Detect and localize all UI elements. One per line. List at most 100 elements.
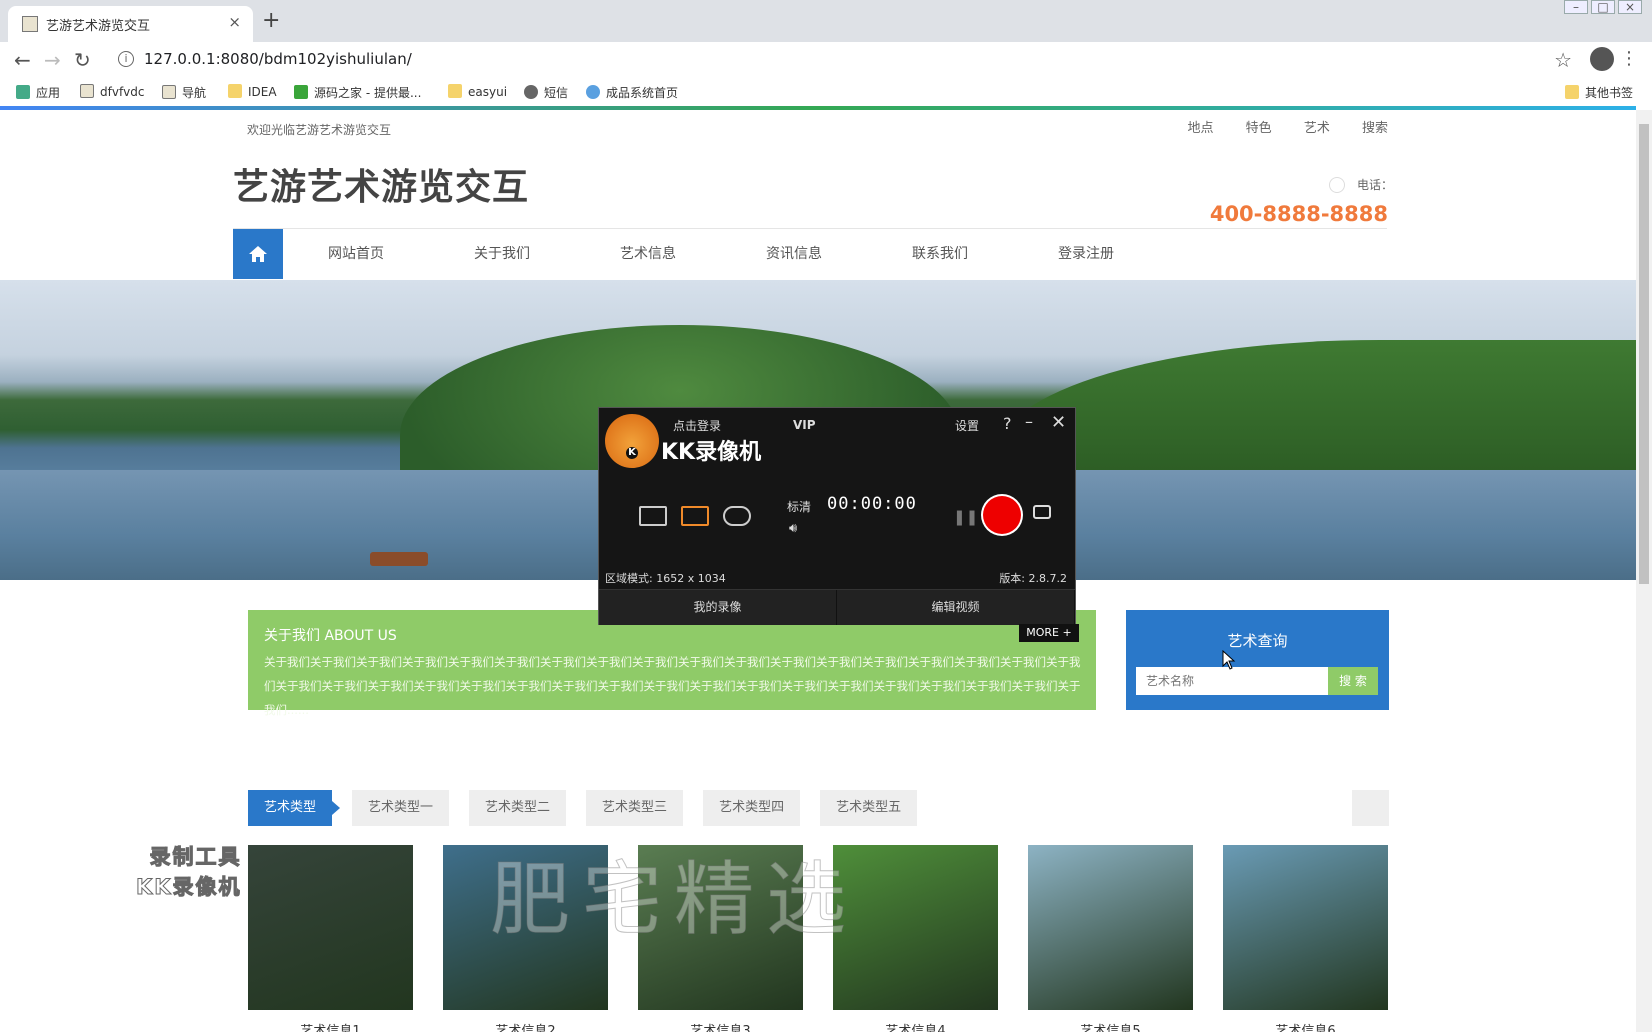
category-tab-1[interactable]: 艺术类型一 bbox=[352, 790, 450, 826]
category-tab-all[interactable]: 艺术类型 bbox=[248, 790, 341, 826]
site-favicon-icon bbox=[22, 16, 38, 32]
record-button[interactable] bbox=[983, 496, 1021, 534]
account-avatar-icon[interactable] bbox=[1590, 47, 1614, 71]
nav-item-login[interactable]: 登录注册 bbox=[1013, 229, 1159, 279]
window-minimize-button[interactable]: – bbox=[1564, 0, 1588, 14]
art-query-title: 艺术查询 bbox=[1227, 632, 1288, 650]
kk-settings-button[interactable]: 设置 bbox=[955, 417, 979, 434]
back-arrow-icon[interactable]: ← bbox=[14, 48, 31, 72]
forward-arrow-icon[interactable]: → bbox=[44, 48, 61, 72]
nav-home-button[interactable] bbox=[233, 229, 283, 279]
kk-vip-badge[interactable]: VIP bbox=[793, 418, 816, 432]
window-close-button[interactable]: × bbox=[1618, 0, 1642, 14]
window-maximize-button[interactable]: □ bbox=[1591, 0, 1615, 14]
nav-item-about[interactable]: 关于我们 bbox=[429, 229, 575, 279]
art-item-caption[interactable]: 艺术信息6 bbox=[1223, 1020, 1388, 1032]
cursor-arrow-icon bbox=[1222, 650, 1236, 670]
globe-icon bbox=[524, 85, 538, 99]
art-item-image[interactable] bbox=[1028, 845, 1193, 1010]
art-item-caption[interactable]: 艺术信息5 bbox=[1028, 1020, 1193, 1032]
art-item-image[interactable] bbox=[248, 845, 413, 1010]
screenshot-camera-icon[interactable] bbox=[1033, 505, 1051, 519]
art-item-caption[interactable]: 艺术信息3 bbox=[638, 1020, 803, 1032]
game-mode-icon[interactable] bbox=[723, 506, 751, 526]
page-icon bbox=[80, 84, 94, 98]
bookmark-item[interactable]: easyui bbox=[448, 84, 507, 99]
top-link-feature[interactable]: 特色 bbox=[1246, 121, 1272, 136]
art-item-card[interactable]: 艺术信息1 bbox=[248, 845, 413, 1032]
kk-more-button[interactable]: MORE + bbox=[1019, 624, 1079, 642]
page-scrollbar[interactable] bbox=[1636, 110, 1652, 1032]
scrollbar-thumb[interactable] bbox=[1639, 124, 1649, 584]
bookmark-item[interactable]: 源码之家 - 提供最... bbox=[294, 84, 421, 101]
kk-minimize-icon[interactable]: – bbox=[1025, 412, 1033, 431]
browser-tab-strip: 艺游艺术游览交互 × + – □ × bbox=[0, 0, 1652, 42]
kk-quality-label[interactable]: 标清 bbox=[787, 498, 811, 515]
site-icon bbox=[586, 85, 600, 99]
about-title: 关于我们 ABOUT US bbox=[264, 628, 397, 644]
site-info-icon[interactable]: i bbox=[118, 51, 134, 67]
fullscreen-mode-icon[interactable] bbox=[639, 506, 667, 526]
reload-icon[interactable]: ↻ bbox=[74, 48, 91, 72]
about-text: 关于我们关于我们关于我们关于我们关于我们关于我们关于我们关于我们关于我们关于我们… bbox=[264, 655, 1081, 717]
art-item-caption[interactable]: 艺术信息1 bbox=[248, 1020, 413, 1032]
phone-label: 电话： bbox=[1328, 176, 1393, 193]
bookmark-item[interactable]: 导航 bbox=[162, 84, 206, 101]
kk-brand-name: KK录像机 bbox=[661, 440, 762, 465]
url-field[interactable]: i 127.0.0.1:8080/bdm102yishuliulan/ bbox=[110, 46, 1550, 76]
main-nav: 网站首页 关于我们 艺术信息 资讯信息 联系我们 登录注册 bbox=[233, 229, 1159, 279]
other-bookmarks[interactable]: 其他书签 bbox=[1565, 84, 1633, 101]
category-tab-5[interactable]: 艺术类型五 bbox=[820, 790, 918, 826]
window-controls: – □ × bbox=[1561, 0, 1642, 14]
bookmark-item[interactable]: dfvfvdc bbox=[80, 84, 144, 99]
my-recordings-button[interactable]: 我的录像 bbox=[599, 590, 837, 625]
category-tab-4[interactable]: 艺术类型四 bbox=[703, 790, 801, 826]
m-logo-icon bbox=[294, 85, 308, 99]
art-name-input[interactable] bbox=[1136, 667, 1328, 695]
kk-recorder-window: 点击登录 VIP KK录像机 设置 ? – ✕ 标清 00:00:00 🔊︎ ❚… bbox=[598, 407, 1076, 625]
bookmarks-bar: 应用 dfvfvdc 导航 IDEA 源码之家 - 提供最... easyui … bbox=[0, 80, 1652, 106]
edit-video-button[interactable]: 编辑视频 bbox=[837, 590, 1075, 625]
nav-item-home[interactable]: 网站首页 bbox=[283, 229, 429, 279]
phone-number: 400-8888-8888 bbox=[1209, 202, 1388, 226]
folder-icon bbox=[448, 84, 462, 98]
nav-item-art-info[interactable]: 艺术信息 bbox=[575, 229, 721, 279]
art-item-image[interactable] bbox=[1223, 845, 1388, 1010]
recorder-watermark: 录制工具 KK录像机 bbox=[136, 845, 242, 900]
kk-close-icon[interactable]: ✕ bbox=[1051, 412, 1066, 433]
url-text: 127.0.0.1:8080/bdm102yishuliulan/ bbox=[144, 50, 412, 68]
bookmark-item[interactable]: 成品系统首页 bbox=[586, 84, 678, 101]
top-links: 地点 特色 艺术 搜索 bbox=[1160, 117, 1388, 136]
browser-menu-icon[interactable]: ⋮ bbox=[1620, 48, 1638, 69]
top-link-search[interactable]: 搜索 bbox=[1362, 121, 1388, 136]
tab-close-icon[interactable]: × bbox=[228, 13, 241, 31]
kk-help-icon[interactable]: ? bbox=[1003, 414, 1012, 433]
browser-tab[interactable]: 艺游艺术游览交互 × bbox=[8, 6, 253, 42]
nav-item-news[interactable]: 资讯信息 bbox=[721, 229, 867, 279]
top-link-art[interactable]: 艺术 bbox=[1304, 121, 1330, 136]
folder-icon bbox=[1565, 85, 1579, 99]
art-item-caption[interactable]: 艺术信息2 bbox=[443, 1020, 608, 1032]
nav-item-contact[interactable]: 联系我们 bbox=[867, 229, 1013, 279]
bookmark-item[interactable]: IDEA bbox=[228, 84, 277, 99]
page-icon bbox=[162, 85, 176, 99]
bookmark-item[interactable]: 短信 bbox=[524, 84, 568, 101]
region-mode-icon[interactable] bbox=[681, 506, 709, 526]
top-link-location[interactable]: 地点 bbox=[1188, 121, 1214, 136]
kk-timer: 00:00:00 bbox=[827, 494, 917, 514]
category-tab-2[interactable]: 艺术类型二 bbox=[469, 790, 567, 826]
art-item-card[interactable]: 艺术信息6 bbox=[1223, 845, 1388, 1032]
category-more-button[interactable] bbox=[1352, 790, 1389, 826]
art-item-caption[interactable]: 艺术信息4 bbox=[833, 1020, 998, 1032]
search-button[interactable]: 搜 索 bbox=[1328, 667, 1378, 695]
volume-icon[interactable]: 🔊︎ bbox=[789, 521, 797, 536]
art-item-card[interactable]: 艺术信息5 bbox=[1028, 845, 1193, 1032]
kk-logo-icon bbox=[605, 414, 659, 468]
tab-title: 艺游艺术游览交互 bbox=[46, 19, 151, 34]
pause-icon[interactable]: ❚❚ bbox=[953, 508, 978, 526]
bookmark-apps[interactable]: 应用 bbox=[16, 84, 60, 101]
category-tab-3[interactable]: 艺术类型三 bbox=[586, 790, 684, 826]
kk-login-link[interactable]: 点击登录 bbox=[673, 417, 721, 434]
new-tab-button[interactable]: + bbox=[262, 8, 280, 33]
bookmark-star-icon[interactable]: ☆ bbox=[1554, 48, 1572, 72]
